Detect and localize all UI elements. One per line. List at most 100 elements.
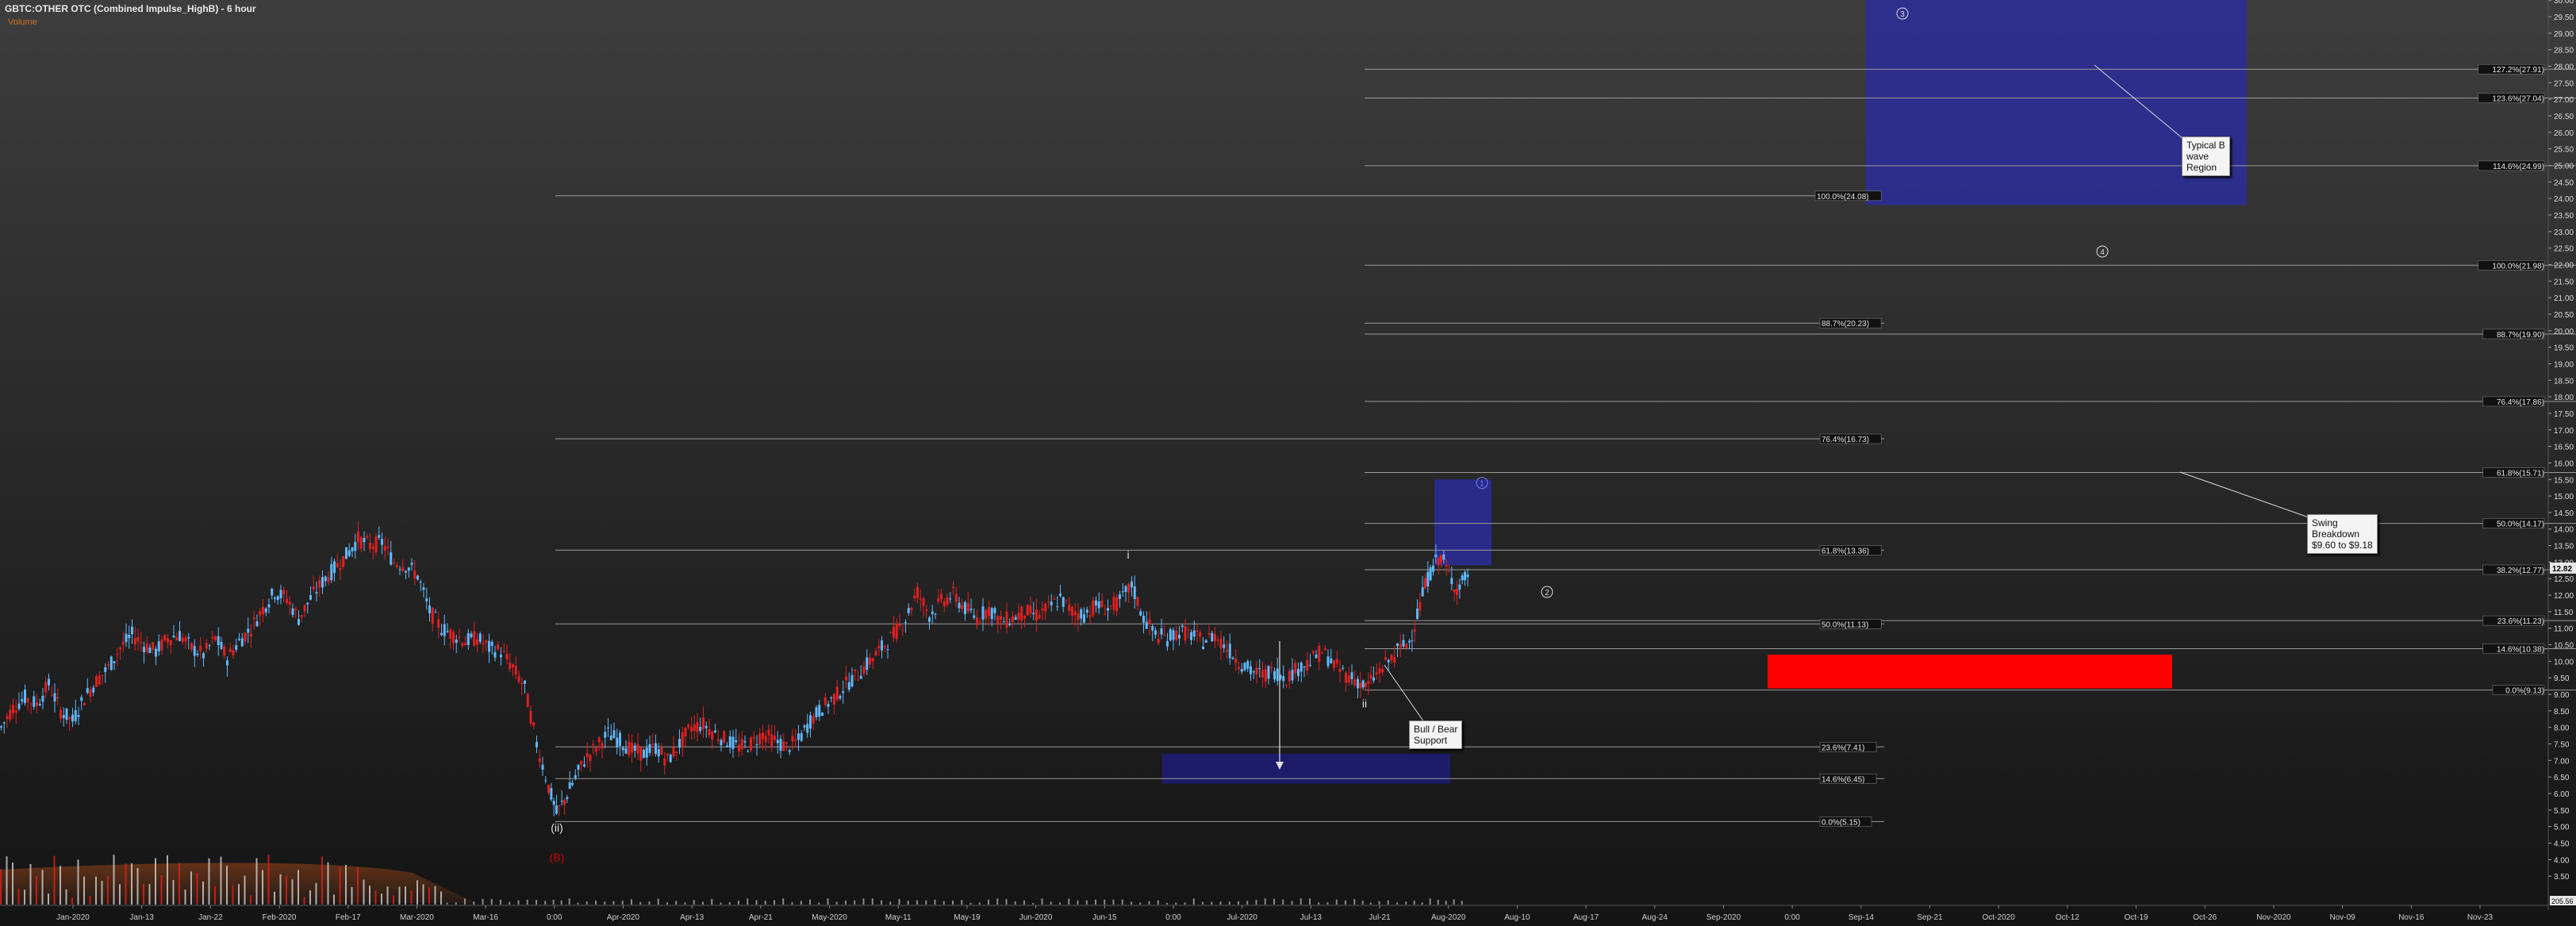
candle-body[interactable] [2,722,6,724]
candle-body[interactable] [157,641,160,651]
candle-body[interactable] [1071,607,1073,617]
candle-body[interactable] [1065,599,1068,601]
candle-body[interactable] [996,616,1000,625]
candle-body[interactable] [267,604,271,608]
candle-body[interactable] [1083,614,1085,623]
candle-body[interactable] [1133,586,1136,600]
candle-body[interactable] [1190,632,1192,640]
candle-body[interactable] [1442,554,1445,560]
candle-body[interactable] [264,608,267,613]
candle-body[interactable] [954,594,958,602]
candle-body[interactable] [309,595,312,600]
candle-body[interactable] [1255,667,1258,675]
candle-body[interactable] [779,739,782,751]
candle-body[interactable] [92,687,95,693]
candle-body[interactable] [1309,665,1311,667]
candle-body[interactable] [552,801,555,805]
candle-body[interactable] [1246,661,1250,669]
candle-body[interactable] [684,728,687,736]
candle-body[interactable] [866,657,869,670]
candle-body[interactable] [1276,668,1279,682]
candle-body[interactable] [1396,643,1399,647]
candle-body[interactable] [1450,578,1453,585]
candle-body[interactable] [835,686,839,701]
candle-body[interactable] [145,644,148,652]
candle-body[interactable] [148,647,152,653]
candle-body[interactable] [113,661,116,663]
typical-b-wave-note[interactable]: Typical B wave Region [2182,136,2230,176]
candle-body[interactable] [175,637,179,640]
candle-body[interactable] [922,598,925,606]
candle-body[interactable] [428,605,431,614]
candle-body[interactable] [1445,565,1448,567]
candle-body[interactable] [369,542,371,549]
candle-body[interactable] [1359,682,1362,689]
candle-body[interactable] [809,715,812,729]
candle-body[interactable] [386,546,390,548]
candle-body[interactable] [845,676,847,681]
candle-body[interactable] [770,734,774,747]
candle-body[interactable] [767,729,770,736]
candle-body[interactable] [505,653,509,660]
candle-body[interactable] [109,656,113,670]
candle-body[interactable] [381,539,383,545]
candle-body[interactable] [1231,657,1234,659]
candle-body[interactable] [628,741,631,756]
candle-body[interactable] [1464,571,1466,581]
candle-body[interactable] [440,632,443,636]
candle-body[interactable] [1408,640,1411,643]
candle-body[interactable] [1315,654,1318,659]
candle-body[interactable] [612,730,616,739]
candle-body[interactable] [1243,663,1246,670]
candle-body[interactable] [1139,611,1142,616]
candle-body[interactable] [711,732,714,740]
candle-body[interactable] [1095,600,1097,605]
candle-body[interactable] [374,536,378,552]
candle-body[interactable] [655,743,657,755]
candle-body[interactable] [643,749,645,759]
candle-body[interactable] [425,598,428,601]
candle-body[interactable] [681,732,684,747]
candle-body[interactable] [497,644,500,650]
candle-body[interactable] [1399,644,1402,647]
candle-body[interactable] [827,704,830,707]
candle-body[interactable] [1112,597,1115,610]
candle-body[interactable] [38,704,41,705]
candle-body[interactable] [1419,602,1422,611]
candle-body[interactable] [1124,586,1127,592]
candle-body[interactable] [184,637,187,642]
candle-body[interactable] [1381,669,1384,673]
candle-body[interactable] [1026,605,1029,616]
candle-body[interactable] [1053,598,1056,600]
candle-body[interactable] [298,619,300,625]
candle-body[interactable] [405,571,407,573]
candle-body[interactable] [255,621,259,627]
candle-body[interactable] [1461,575,1464,581]
candle-body[interactable] [163,635,167,640]
candle-body[interactable] [660,747,663,755]
candle-body[interactable] [86,688,89,694]
candle-body[interactable] [333,561,336,574]
candle-body[interactable] [140,642,143,644]
candle-body[interactable] [601,743,604,749]
candle-body[interactable] [1240,668,1243,672]
candle-body[interactable] [354,542,357,551]
candle-body[interactable] [238,639,240,640]
candle-body[interactable] [56,697,60,699]
candle-body[interactable] [152,642,155,650]
candle-body[interactable] [509,663,512,670]
candle-body[interactable] [217,636,220,646]
candle-body[interactable] [1160,628,1163,635]
candle-body[interactable] [458,637,461,639]
candle-body[interactable] [1458,584,1461,590]
candle-body[interactable] [1372,677,1375,681]
candle-body[interactable] [1411,640,1414,641]
candle-body[interactable] [437,619,440,628]
candle-body[interactable] [53,693,56,701]
candle-body[interactable] [743,741,747,743]
candle-body[interactable] [818,705,821,717]
candle-body[interactable] [898,624,901,627]
candle-body[interactable] [29,703,33,705]
candle-body[interactable] [1384,657,1387,660]
candle-body[interactable] [541,764,544,770]
